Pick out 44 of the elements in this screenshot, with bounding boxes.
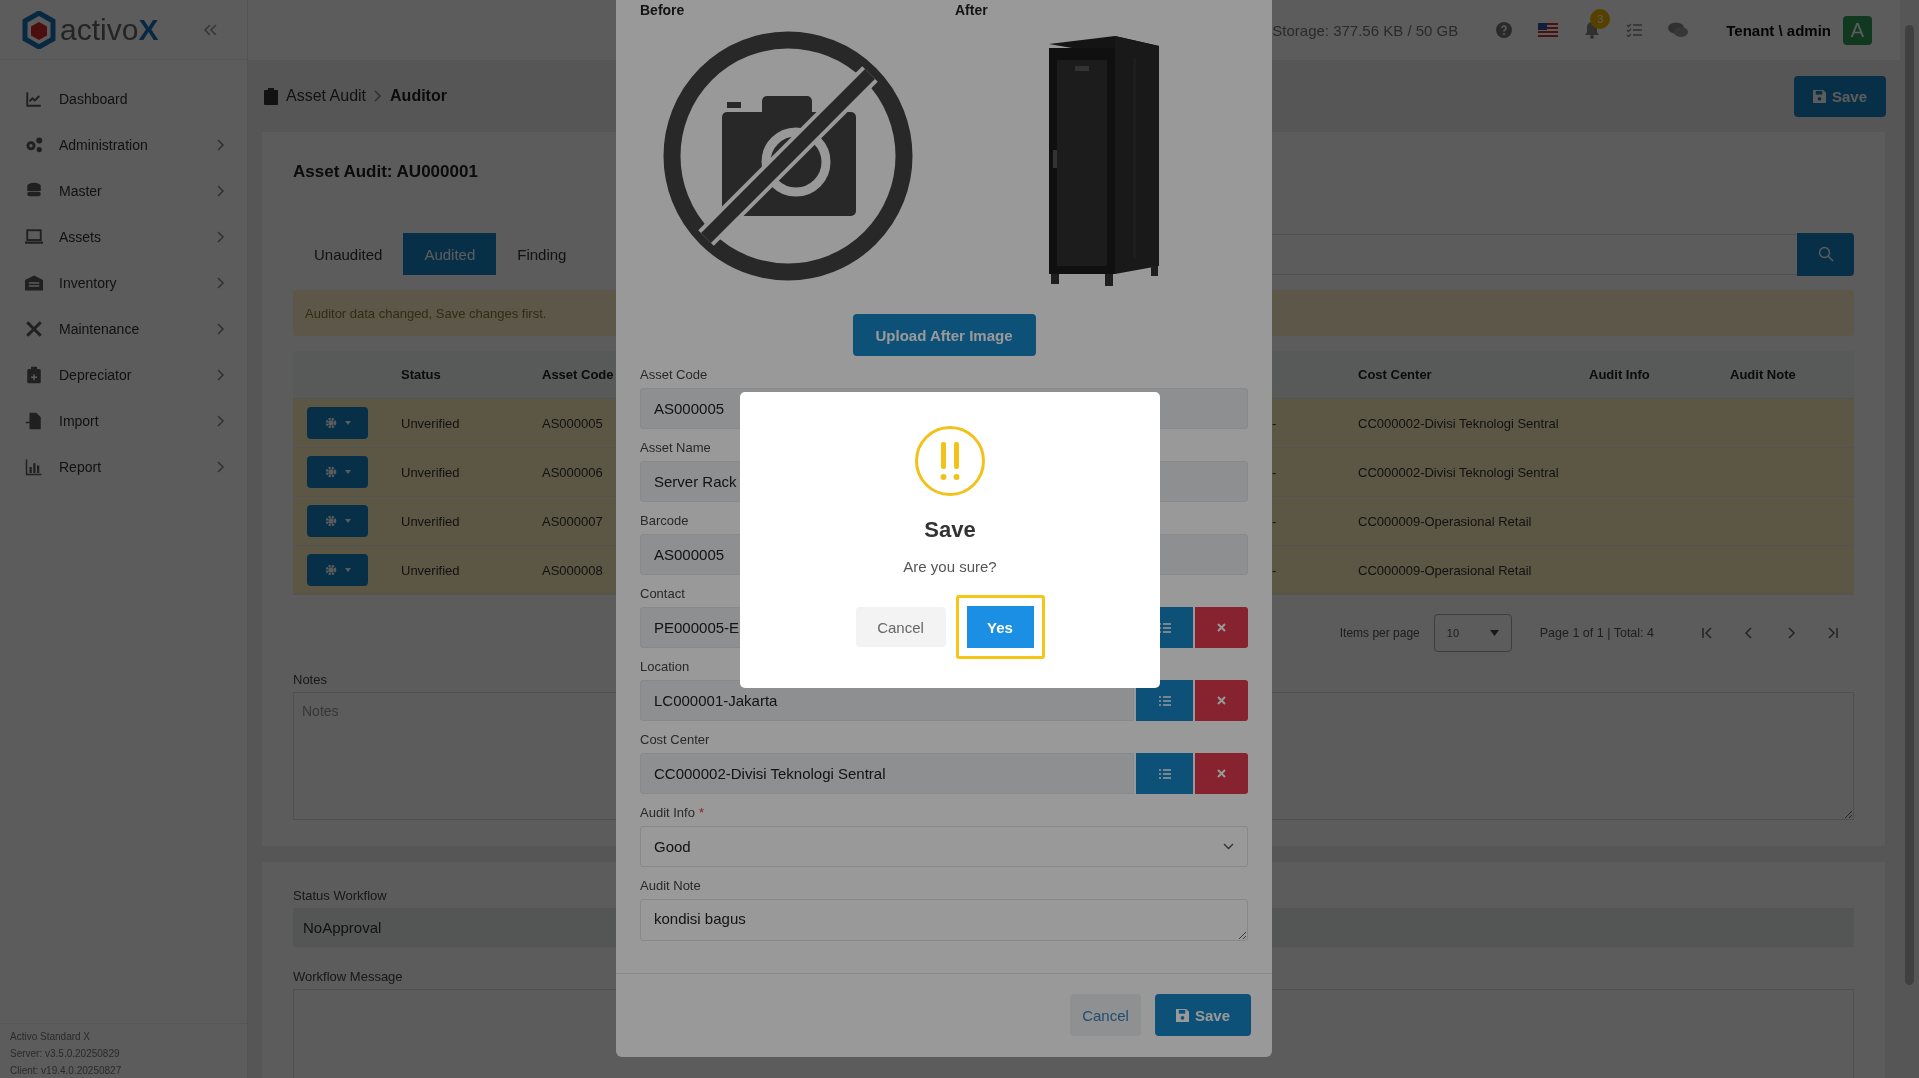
- notification-badge: 3: [1590, 9, 1611, 29]
- table-cell: CC000009-Operasional Retail: [1358, 513, 1532, 529]
- page-title: Asset Audit: AU000001: [293, 162, 479, 182]
- logo-text: activoX: [60, 14, 159, 45]
- table-cell: Unverified: [401, 562, 460, 578]
- field-label: Barcode: [640, 512, 689, 530]
- image-label: Before: [640, 1, 685, 18]
- field-label: Location: [640, 658, 690, 676]
- table-cell: -: [1272, 513, 1277, 529]
- field-label: Asset Name: [640, 439, 711, 457]
- dialog-message: Are you sure?: [903, 558, 997, 575]
- field-label: Audit Note: [640, 877, 701, 895]
- column-header: Cost Center: [1358, 367, 1432, 382]
- table-cell: AS000005: [542, 415, 603, 431]
- field-label: Asset Code: [640, 366, 708, 384]
- table-cell: CC000002-Divisi Teknologi Sentral: [1358, 464, 1559, 480]
- column-header: Audit Info: [1589, 367, 1650, 382]
- table-cell: CC000002-Divisi Teknologi Sentral: [1358, 415, 1559, 431]
- field-label: Cost Center: [640, 731, 710, 749]
- table-cell: AS000006: [542, 464, 603, 480]
- dialog-title: Save: [924, 517, 976, 543]
- table-cell: -: [1272, 464, 1277, 480]
- column-header: Audit Note: [1730, 367, 1796, 382]
- field-label: Notes: [293, 672, 328, 688]
- page-summary: Page 1 of 1 | Total: 4: [1539, 625, 1654, 640]
- field-label: Contact: [640, 585, 685, 603]
- table-cell: -: [1272, 562, 1277, 578]
- table-cell: AS000007: [542, 513, 603, 529]
- field-label: Status Workflow: [293, 888, 388, 904]
- breadcrumb-current: Auditor: [390, 87, 447, 105]
- items-per-page-label: Items per page: [1339, 625, 1420, 640]
- required-mark: *: [698, 804, 704, 822]
- user-name: Tenant \ admin: [1726, 21, 1831, 39]
- table-cell: Unverified: [401, 513, 460, 529]
- column-header: Asset Code: [542, 367, 614, 382]
- table-cell: -: [1272, 415, 1277, 431]
- field-label: Audit Info: [640, 804, 695, 822]
- table-cell: Unverified: [401, 415, 460, 431]
- table-cell: CC000009-Operasional Retail: [1358, 562, 1532, 578]
- column-header: Status: [401, 367, 441, 382]
- table-cell: AS000008: [542, 562, 603, 578]
- image-label: After: [955, 1, 988, 18]
- field-label: Workflow Message: [293, 969, 404, 985]
- table-cell: Unverified: [401, 464, 460, 480]
